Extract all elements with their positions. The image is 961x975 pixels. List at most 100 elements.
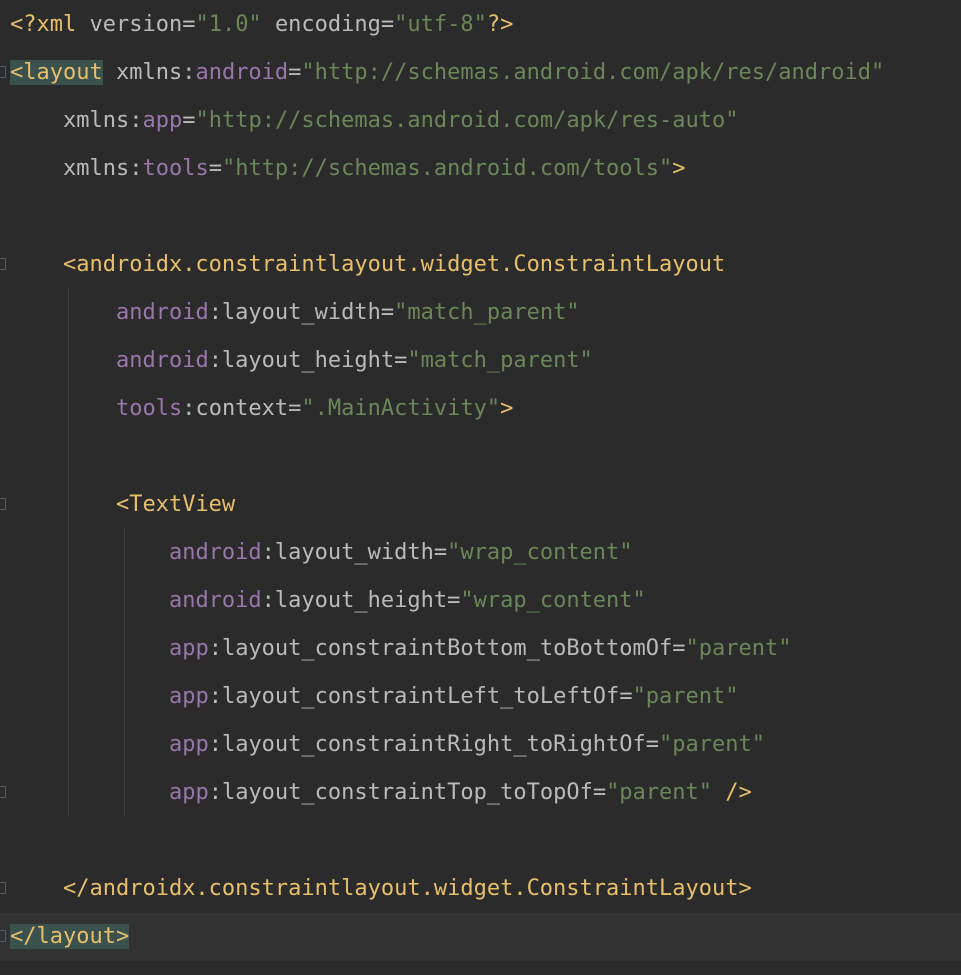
code-token: "http://schemas.android.com/apk/res-auto… — [195, 108, 739, 133]
code-token: app — [142, 108, 183, 133]
code-line[interactable] — [0, 817, 961, 865]
fold-marker-icon[interactable] — [0, 258, 6, 270]
code-token: android — [115, 348, 209, 373]
code-line-content: android:layout_width="match_parent" — [10, 289, 580, 337]
code-line[interactable]: app:layout_constraintRight_toRightOf="pa… — [0, 721, 961, 769]
fold-marker-icon[interactable] — [0, 498, 6, 510]
code-line[interactable]: android:layout_height="match_parent" — [0, 337, 961, 385]
code-line-content: <layout xmlns:android="http://schemas.an… — [10, 49, 884, 97]
code-token: <?xml — [10, 12, 90, 37]
code-token: app — [168, 684, 209, 709]
code-token: "parent" — [685, 636, 792, 661]
code-line[interactable]: android:layout_width="wrap_content" — [0, 529, 961, 577]
code-line-content: android:layout_height="match_parent" — [10, 337, 593, 385]
code-line[interactable]: app:layout_constraintBottom_toBottomOf="… — [0, 625, 961, 673]
code-token: "match_parent" — [407, 348, 593, 373]
code-token: <TextView — [115, 492, 236, 517]
code-line[interactable] — [0, 433, 961, 481]
code-token: "parent" — [632, 684, 739, 709]
code-line[interactable]: android:layout_width="match_parent" — [0, 289, 961, 337]
code-editor[interactable]: </layout> </androidx.constraintlayout.wi… — [0, 0, 961, 975]
code-token: = — [447, 588, 461, 613]
fold-marker-icon[interactable] — [0, 66, 6, 78]
code-token: > — [500, 396, 514, 421]
code-line[interactable]: <?xml version="1.0" encoding="utf-8"?> — [0, 1, 961, 49]
code-token: version — [89, 12, 183, 37]
code-token: "1.0" — [195, 12, 262, 37]
code-line-content: xmlns:app="http://schemas.android.com/ap… — [10, 97, 739, 145]
code-token: = — [380, 300, 395, 325]
code-line[interactable] — [0, 193, 961, 241]
code-token: : — [182, 60, 196, 85]
code-token: tools — [142, 156, 209, 181]
code-token: xmlns — [62, 108, 130, 133]
code-line[interactable]: xmlns:tools="http://schemas.android.com/… — [0, 145, 961, 193]
code-token: ?> — [486, 12, 514, 37]
code-token: xmlns — [62, 156, 130, 181]
code-token: tools — [115, 396, 183, 421]
code-token: > — [672, 156, 686, 181]
fold-marker-icon[interactable] — [0, 930, 6, 942]
code-line-content: android:layout_height="wrap_content" — [10, 577, 646, 625]
code-line[interactable]: app:layout_constraintTop_toTopOf="parent… — [0, 769, 961, 817]
code-line-content: <?xml version="1.0" encoding="utf-8"?> — [10, 1, 513, 49]
code-token: :layout_constraintBottom_toBottomOf — [208, 636, 673, 661]
code-token: : — [129, 156, 143, 181]
code-token: = — [645, 732, 660, 757]
code-line[interactable]: app:layout_constraintLeft_toLeftOf="pare… — [0, 673, 961, 721]
code-line-content: </androidx.constraintlayout.widget.Const… — [10, 865, 752, 913]
code-token: :layout_constraintLeft_toLeftOf — [208, 684, 620, 709]
code-token: android — [115, 300, 209, 325]
code-line[interactable]: <layout xmlns:android="http://schemas.an… — [0, 49, 961, 97]
code-token: "http://schemas.android.com/apk/res/andr… — [301, 60, 885, 85]
fold-marker-icon[interactable] — [0, 786, 6, 798]
code-line-content: xmlns:tools="http://schemas.android.com/… — [10, 145, 686, 193]
code-token: </androidx.constraintlayout.widget.Const… — [62, 876, 752, 901]
code-token: :layout_width — [208, 300, 381, 325]
code-line[interactable]: <TextView — [0, 481, 961, 529]
code-token: "parent" — [659, 732, 766, 757]
code-token: android — [168, 588, 262, 613]
code-token: = — [380, 12, 395, 37]
indent-guide — [124, 528, 125, 816]
code-line[interactable]: </layout> — [0, 913, 961, 961]
code-line[interactable]: </androidx.constraintlayout.widget.Const… — [0, 865, 961, 913]
code-token: :layout_height — [261, 588, 448, 613]
code-line-content: <androidx.constraintlayout.widget.Constr… — [10, 241, 725, 289]
code-token: "match_parent" — [394, 300, 580, 325]
code-line-content: app:layout_constraintTop_toTopOf="parent… — [10, 769, 752, 817]
code-token: xmlns — [115, 60, 183, 85]
code-token: encoding — [274, 12, 381, 37]
code-token: android — [168, 540, 262, 565]
code-line[interactable]: <androidx.constraintlayout.widget.Constr… — [0, 241, 961, 289]
code-line-content: app:layout_constraintLeft_toLeftOf="pare… — [10, 673, 739, 721]
code-token: : — [129, 108, 143, 133]
code-token: = — [288, 396, 302, 421]
code-token: app — [168, 636, 209, 661]
code-line[interactable]: xmlns:app="http://schemas.android.com/ap… — [0, 97, 961, 145]
code-token: = — [182, 108, 196, 133]
code-line[interactable]: tools:context=".MainActivity"> — [0, 385, 961, 433]
fold-marker-icon[interactable] — [0, 882, 6, 894]
code-token: :layout_constraintTop_toTopOf — [208, 780, 593, 805]
code-token: <androidx.constraintlayout.widget.Constr… — [62, 252, 726, 277]
indent-guide — [68, 288, 69, 816]
matched-tag-highlight: </layout> — [10, 924, 130, 949]
code-token: app — [168, 732, 209, 757]
code-token: "wrap_content" — [447, 540, 633, 565]
code-line-content: <TextView — [10, 481, 235, 529]
code-token: :context — [182, 396, 289, 421]
code-token: = — [619, 684, 633, 709]
code-line-content: tools:context=".MainActivity"> — [10, 385, 513, 433]
code-token: = — [208, 156, 222, 181]
code-line[interactable]: android:layout_height="wrap_content" — [0, 577, 961, 625]
